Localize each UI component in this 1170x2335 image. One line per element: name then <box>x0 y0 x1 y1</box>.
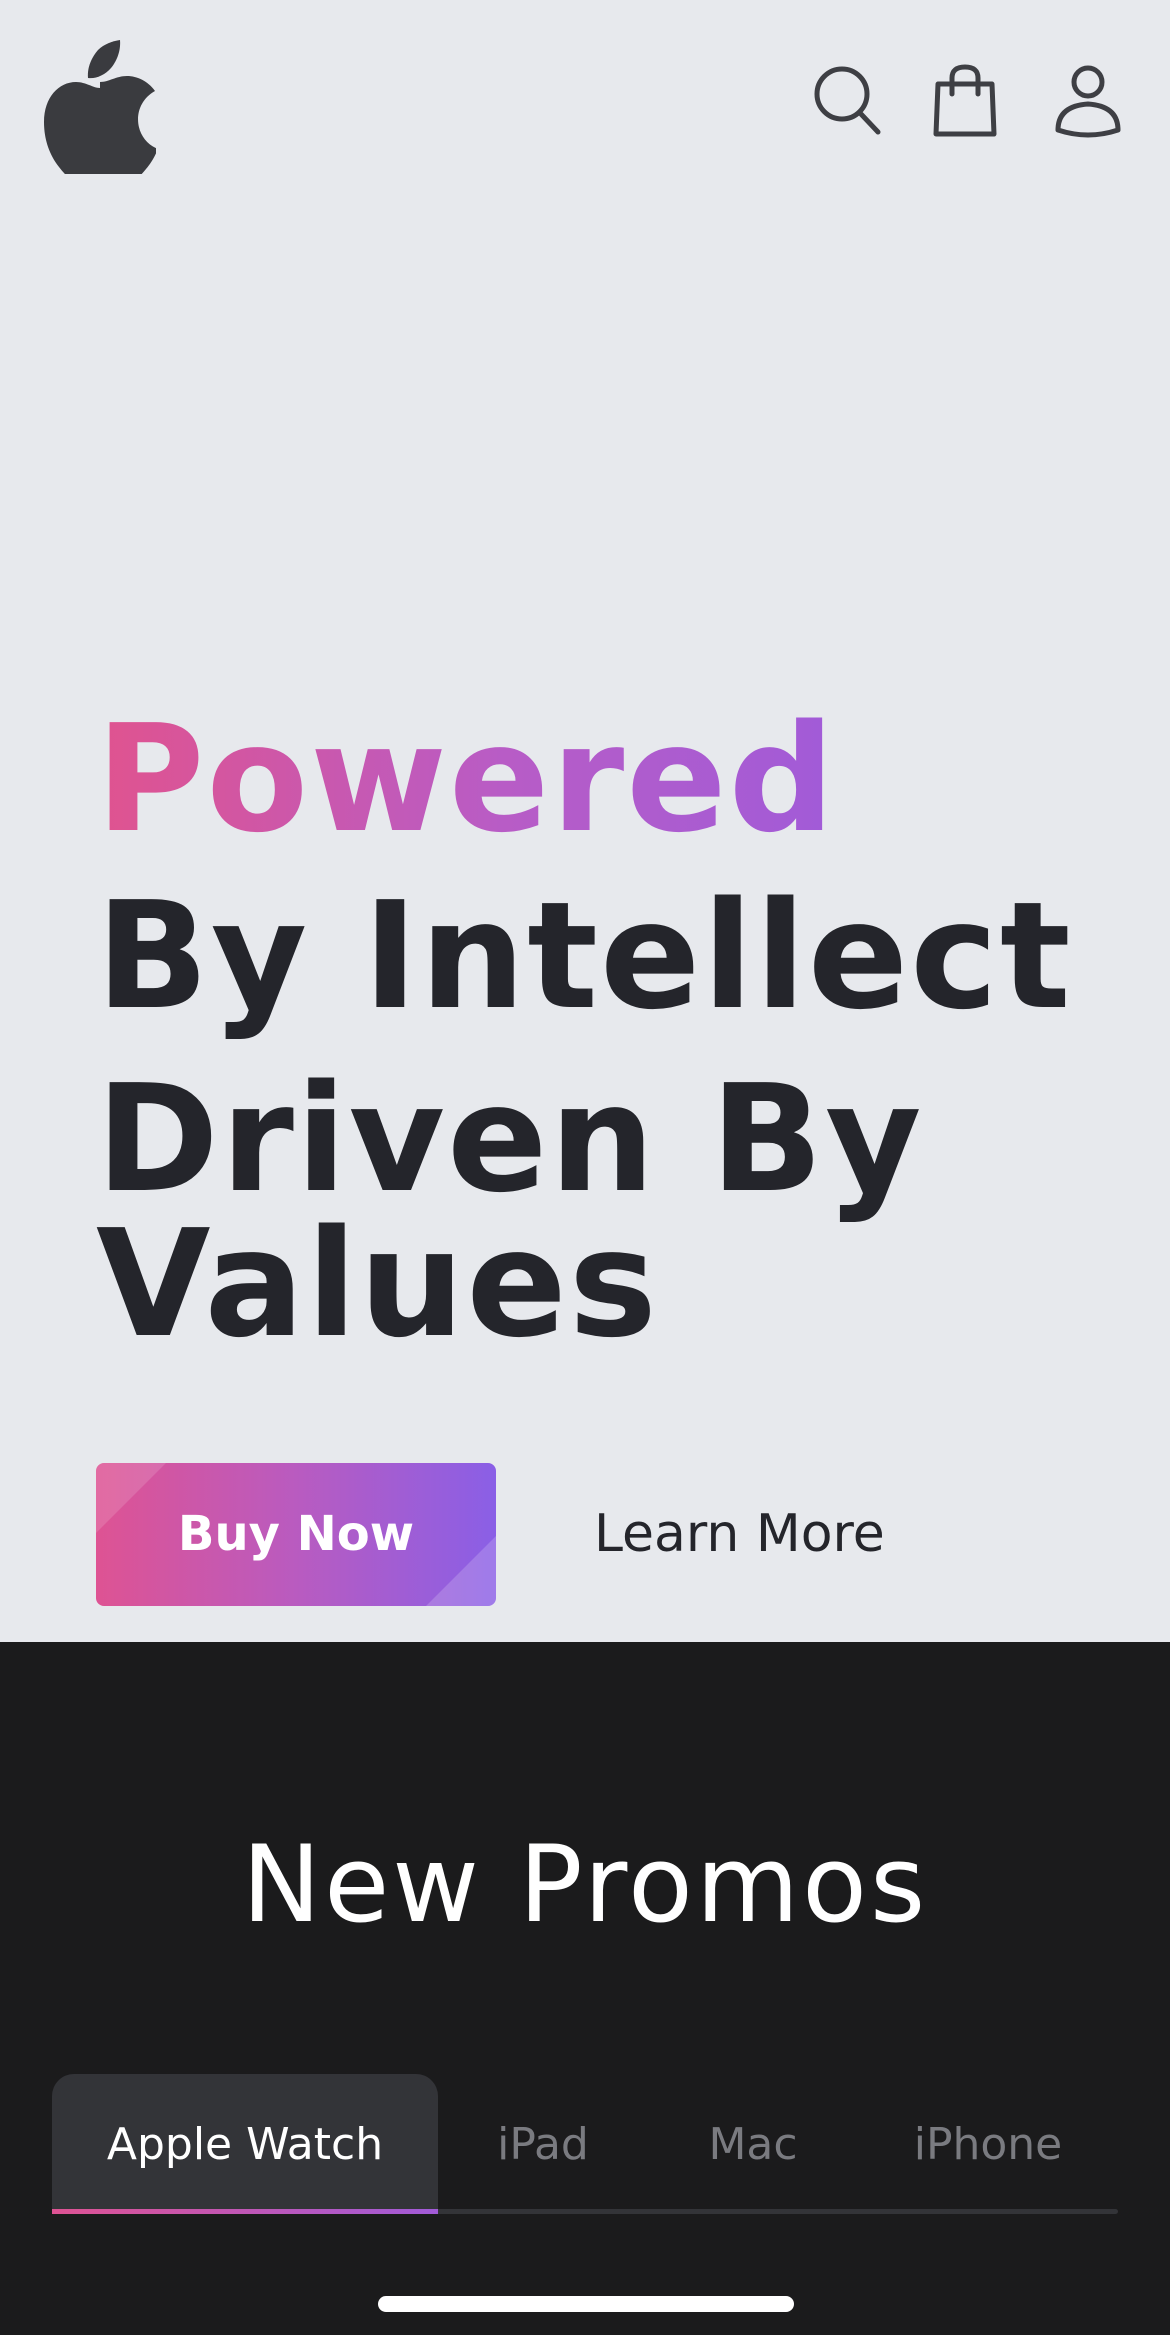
promo-tabs: Apple Watch iPad Mac iPhone <box>52 2074 1118 2214</box>
tab-mac[interactable]: Mac <box>648 2074 858 2214</box>
top-nav <box>0 0 1170 210</box>
tab-iphone[interactable]: iPhone <box>858 2074 1118 2214</box>
hero-headline-line-2: By Intellect <box>96 870 1073 1042</box>
apple-logo-icon[interactable] <box>44 40 158 182</box>
tab-label: Mac <box>708 2118 798 2170</box>
hero-section: Powered By Intellect Driven By Values Bu… <box>0 210 1170 1642</box>
active-tab-indicator <box>52 2209 438 2214</box>
learn-more-button[interactable]: Learn More <box>594 1463 924 1606</box>
home-indicator <box>378 2296 794 2312</box>
hero-headline-accent: Powered <box>96 693 837 865</box>
buy-now-button[interactable]: Buy Now <box>96 1463 496 1606</box>
search-icon[interactable] <box>812 64 884 140</box>
promos-title: New Promos <box>241 1823 929 1946</box>
tab-label: iPhone <box>913 2118 1063 2170</box>
tab-label: Apple Watch <box>106 2118 384 2170</box>
page: Powered By Intellect Driven By Values Bu… <box>0 0 1170 2335</box>
promos-section: New Promos Apple Watch iPad Mac iPhone <box>0 1642 1170 2335</box>
hero-headline-line-4: Values <box>96 1198 659 1370</box>
buy-now-label: Buy Now <box>177 1506 415 1562</box>
user-icon[interactable] <box>1052 64 1124 140</box>
shopping-bag-icon[interactable] <box>930 64 1002 140</box>
tab-apple-watch[interactable]: Apple Watch <box>52 2074 438 2214</box>
tab-label: iPad <box>497 2118 589 2170</box>
hero-headline-line-3: Driven By <box>96 1053 924 1225</box>
tab-ipad[interactable]: iPad <box>438 2074 648 2214</box>
